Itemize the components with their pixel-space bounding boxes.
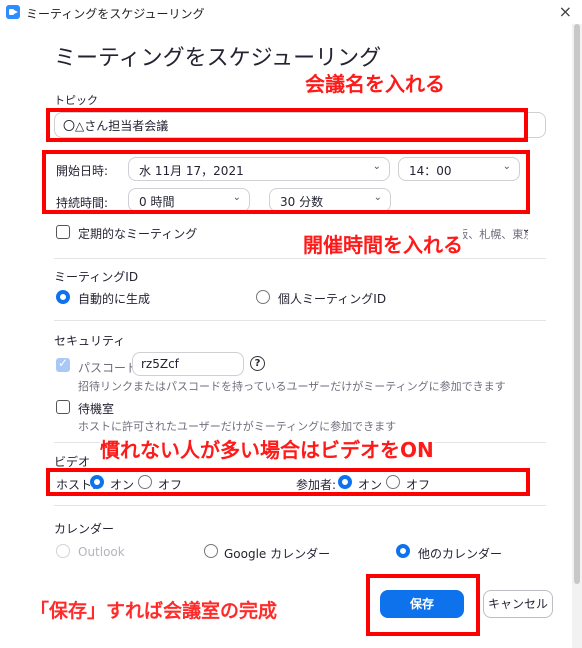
passcode-value: rz5Zcf — [141, 357, 179, 371]
meeting-id-auto-radio[interactable] — [56, 290, 70, 304]
meeting-id-auto-label: 自動的に生成 — [78, 292, 151, 306]
help-icon[interactable]: ? — [250, 356, 265, 371]
zoom-app-icon — [6, 5, 20, 19]
passcode-label: パスコード — [78, 361, 139, 375]
annotation-box-schedule — [42, 150, 530, 214]
topic-label: トピック — [54, 94, 98, 107]
divider — [54, 320, 546, 321]
calendar-google-radio[interactable] — [204, 544, 218, 558]
scrollbar-thumb[interactable] — [574, 24, 580, 584]
waiting-room-checkbox[interactable] — [56, 400, 70, 414]
meeting-id-heading: ミーティングID — [54, 270, 139, 284]
calendar-other-radio[interactable] — [396, 544, 410, 558]
annotation-box-video — [46, 468, 530, 496]
divider — [54, 258, 546, 259]
passcode-checkbox[interactable] — [56, 356, 70, 372]
recurring-label: 定期的なミーティング — [78, 227, 198, 241]
passcode-input[interactable]: rz5Zcf — [132, 352, 244, 376]
security-heading: セキュリティ — [54, 334, 126, 348]
window-titlebar: ミーティングをスケジューリング × — [0, 0, 582, 24]
meeting-id-personal-label: 個人ミーティングID — [278, 292, 387, 306]
meeting-id-personal-radio[interactable] — [256, 290, 270, 304]
calendar-google-label: Google カレンダー — [224, 547, 331, 561]
chevron-down-icon: ⌄ — [522, 224, 531, 235]
window-title: ミーティングをスケジューリング — [26, 7, 205, 21]
cancel-button[interactable]: キャンセル — [483, 590, 553, 618]
close-icon[interactable]: × — [559, 2, 572, 21]
annotation-save-note: 「保存」すれば会議室の完成 — [30, 600, 278, 622]
annotation-video-note: 慣れない人が多い場合はビデオをON — [100, 434, 434, 463]
calendar-other-label: 他のカレンダー — [418, 547, 503, 561]
calendar-outlook-label: Outlook — [78, 545, 125, 559]
calendar-heading: カレンダー — [54, 522, 115, 536]
annotation-box-save — [366, 574, 480, 636]
scrollbar[interactable] — [572, 24, 582, 648]
divider — [54, 505, 546, 506]
calendar-outlook-radio[interactable] — [56, 544, 70, 558]
annotation-time-note: 開催時間を入れる — [303, 229, 463, 258]
waiting-room-label: 待機室 — [78, 402, 115, 416]
annotation-topic-note: 会議名を入れる — [305, 72, 445, 96]
recurring-checkbox[interactable] — [56, 225, 70, 239]
waiting-room-help: ホストに許可されたユーザーだけがミーティングに参加できます — [78, 420, 397, 433]
passcode-help: 招待リンクまたはパスコードを持っているユーザーだけがミーティングに参加できます — [78, 380, 506, 393]
annotation-box-topic — [46, 108, 528, 142]
